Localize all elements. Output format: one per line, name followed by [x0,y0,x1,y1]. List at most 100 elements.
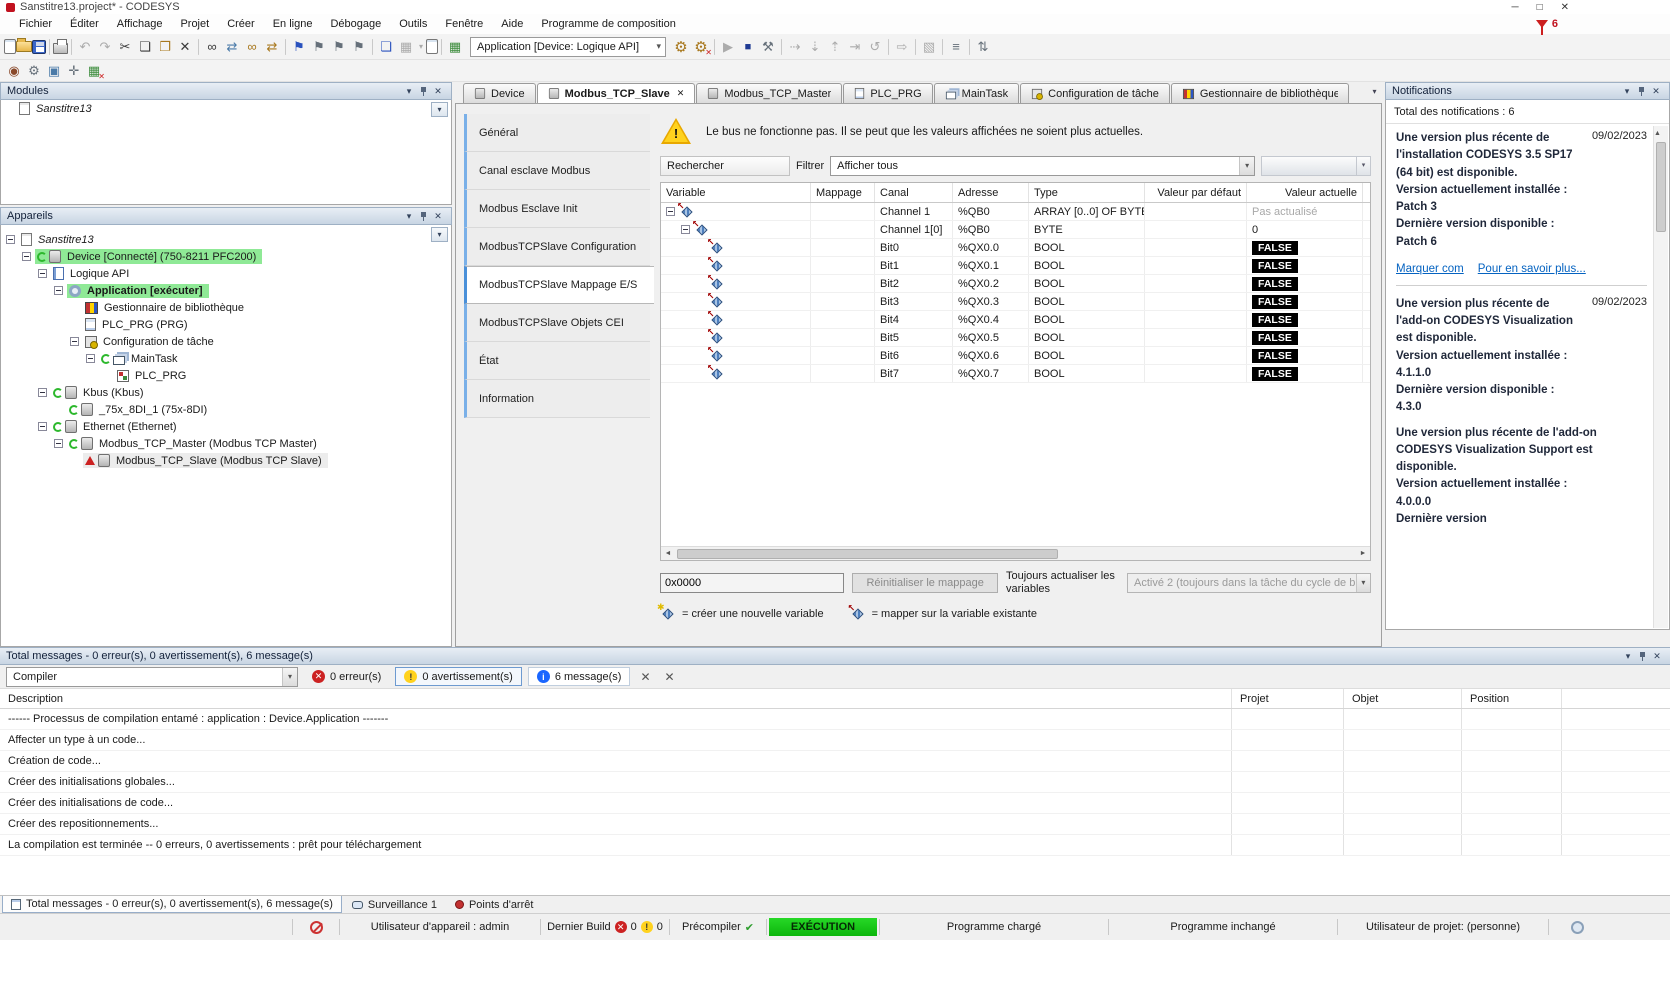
replace-in-project-icon[interactable]: ⇄ [262,37,282,57]
logout-icon[interactable]: ⚙ [691,37,711,57]
gears-icon[interactable]: ⚙ [24,61,44,81]
separator[interactable] [441,39,442,55]
message-row[interactable]: Créer des initialisations globales... [0,772,1670,793]
modules-tree-item[interactable]: Sanstitre13 [1,100,451,117]
separator[interactable] [198,39,199,55]
mark-as-read-link[interactable]: Marquer com [1396,263,1464,275]
table-row[interactable]: ↖ Bit0 %QX0.0 BOOL FALSE [661,239,1370,257]
editor-nav-item[interactable]: Canal esclave Modbus [464,152,650,190]
pin-icon[interactable] [420,211,427,222]
device-tree-item[interactable]: Kbus (Kbus) [1,384,451,401]
close-icon[interactable]: ✕ [1650,651,1664,662]
message-row[interactable]: Créer des initialisations de code... [0,793,1670,814]
device-tree-item[interactable]: PLC_PRG (PRG) [1,316,451,333]
document-tab[interactable]: PLC_PRG [843,83,932,103]
device-tree-item[interactable]: Device [Connecté] (750-8211 PFC200) [1,248,451,265]
default-value-cell[interactable] [1145,221,1247,238]
update-mode-dropdown[interactable]: Activé 2 (toujours dans la tâche du cycl… [1127,573,1371,593]
view-selector-button[interactable]: ▾ [431,227,448,242]
mapping-cell[interactable] [811,293,875,310]
menu-item[interactable]: Fichier [10,16,61,32]
errors-filter-button[interactable]: ✕ 0 erreur(s) [304,668,389,685]
previous-bookmark-icon[interactable]: ⚑ [309,37,329,57]
close-tab-icon[interactable]: ✕ [677,88,685,99]
chevron-down-icon[interactable]: ▾ [1621,651,1635,662]
notification-count-badge[interactable]: 6 [1552,18,1558,30]
menu-item[interactable]: Outils [390,16,436,32]
document-tab[interactable]: Configuration de tâche [1020,83,1170,103]
close-icon[interactable]: ✕ [431,86,445,97]
paste-icon[interactable]: ❐ [155,37,175,57]
document-tab[interactable]: MainTask [934,83,1019,103]
replace-icon[interactable]: ⇄ [222,37,242,57]
build-icon[interactable]: ▦ [445,37,465,57]
tree-expander[interactable] [86,354,95,363]
force-values-icon[interactable]: ⇅ [973,37,993,57]
library-caret-icon[interactable]: ▾ [416,37,426,57]
menu-item[interactable]: Programme de composition [532,16,685,32]
scroll-left-icon[interactable]: ◄ [661,550,675,557]
default-value-cell[interactable] [1145,293,1247,310]
watch-icon[interactable]: ≡ [946,37,966,57]
tree-expander[interactable] [6,235,15,244]
editor-nav-item[interactable]: Modbus Esclave Init [464,190,650,228]
default-value-cell[interactable] [1145,239,1247,256]
device-tree-item[interactable]: _75x_8DI_1 (75x-8DI) [1,401,451,418]
default-value-cell[interactable] [1145,275,1247,292]
separator[interactable] [915,39,916,55]
separator[interactable] [781,39,782,55]
tree-expander[interactable] [38,422,47,431]
print-icon[interactable] [53,43,68,54]
menu-item[interactable]: Aide [492,16,532,32]
document-tab[interactable]: Modbus_TCP_Master [696,83,842,103]
compare-icon[interactable]: ❏ [376,37,396,57]
mapping-cell[interactable] [811,311,875,328]
save-icon[interactable] [32,40,46,54]
separator[interactable] [49,39,50,55]
menu-item[interactable]: Fenêtre [436,16,492,32]
device-tree-item[interactable]: Ethernet (Ethernet) [1,418,451,435]
search-input[interactable]: Rechercher [660,156,790,176]
tree-expander[interactable] [681,225,690,234]
separator[interactable] [71,39,72,55]
table-row[interactable]: ↖ Channel 1 %QB0 ARRAY [0..0] OF BYTE Pa… [661,203,1370,221]
device-tree-item[interactable]: PLC_PRG [1,367,451,384]
mapping-cell[interactable] [811,239,875,256]
messages-filter-button[interactable]: i 6 message(s) [528,667,631,686]
copy-icon[interactable]: ❏ [135,37,155,57]
tools-icon[interactable]: ⚒ [758,37,778,57]
tree-expander[interactable] [54,439,63,448]
table-row[interactable]: ↖ Bit6 %QX0.6 BOOL FALSE [661,347,1370,365]
chevron-down-icon[interactable]: ▾ [402,211,416,222]
warnings-filter-button[interactable]: ! 0 avertissement(s) [395,667,521,686]
scroll-right-icon[interactable]: ► [1356,550,1370,557]
tree-expander[interactable] [38,269,47,278]
table-row[interactable]: ↖ Channel 1[0] %QB0 BYTE 0 [661,221,1370,239]
close-icon[interactable]: ✕ [1649,86,1663,97]
editor-nav-item[interactable]: ModbusTCPSlave Configuration [464,228,650,266]
pin-icon[interactable] [1638,86,1645,97]
new-file-icon[interactable] [4,39,16,54]
mapping-cell[interactable] [811,257,875,274]
next-statement-icon[interactable]: ⇨ [892,37,912,57]
maximize-button[interactable]: □ [1537,2,1543,13]
menu-item[interactable]: Créer [218,16,264,32]
package-icon[interactable]: ▣ [44,61,64,81]
document-tab[interactable]: Modbus_TCP_Slave ✕ [537,83,696,103]
reset-mapping-button[interactable]: Réinitialiser le mappage [852,573,998,593]
library-icon[interactable]: ▦ [396,37,416,57]
dock-tab[interactable]: Surveillance 1 [344,896,445,913]
menu-item[interactable]: Débogage [321,16,390,32]
clear-bookmarks-icon[interactable]: ⚑ [349,37,369,57]
separator[interactable] [969,39,970,55]
separator[interactable] [888,39,889,55]
mapping-cell[interactable] [811,347,875,364]
clear-messages-icon[interactable]: ✕ [636,670,654,684]
message-row[interactable]: Créer des repositionnements... [0,814,1670,835]
editor-nav-item[interactable]: ModbusTCPSlave Objets CEI [464,304,650,342]
device-repository-icon[interactable]: ◉ [4,61,24,81]
chevron-down-icon[interactable]: ▾ [402,86,416,97]
next-bookmark-icon[interactable]: ⚑ [329,37,349,57]
io-mapping-icon[interactable]: ✛ [64,61,84,81]
horizontal-scrollbar[interactable]: ◄ ► [661,546,1370,560]
